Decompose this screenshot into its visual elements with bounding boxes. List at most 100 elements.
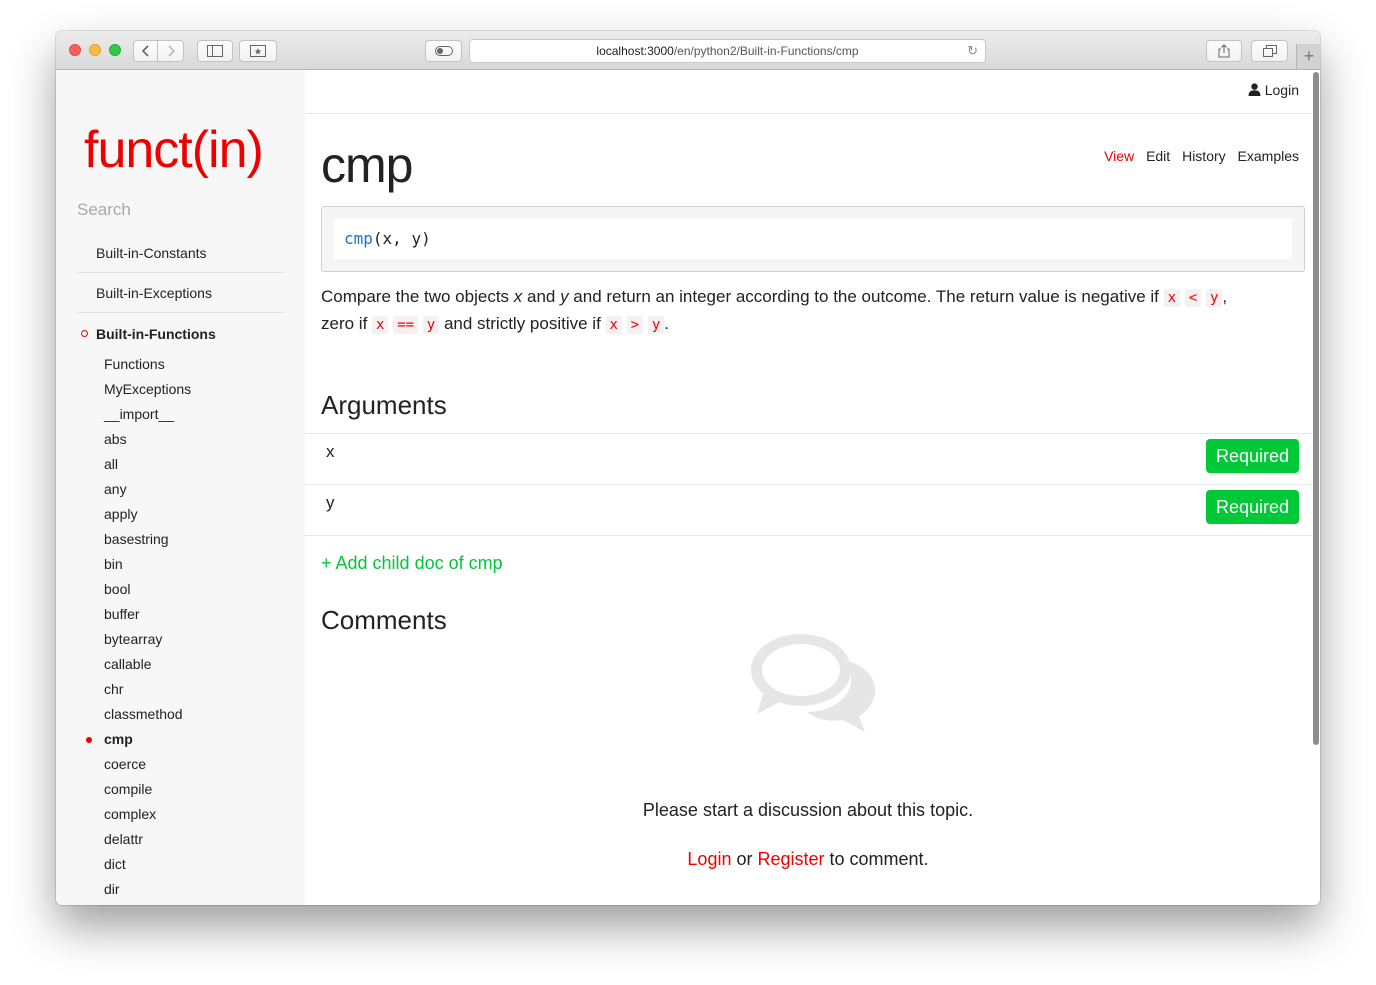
tab-examples[interactable]: Examples — [1238, 148, 1299, 164]
reader-button[interactable] — [425, 40, 462, 62]
active-bullet-icon — [81, 330, 88, 337]
inline-code: x — [1163, 289, 1181, 307]
argument-row: y Required — [305, 484, 1311, 536]
sidebar-subitem-bin[interactable]: bin — [104, 552, 191, 577]
desc-text: . — [664, 314, 670, 333]
sidebar-subitem-complex[interactable]: complex — [104, 802, 191, 827]
sidebar-icon — [207, 45, 223, 57]
sidebar-subitem-all[interactable]: all — [104, 452, 191, 477]
argument-name: x — [326, 442, 335, 461]
desc-var: x — [513, 287, 523, 306]
function-list: Functions MyExceptions __import__ abs al… — [86, 352, 191, 902]
user-icon — [1248, 83, 1261, 96]
url-host: localhost:3000 — [596, 44, 674, 58]
tab-edit[interactable]: Edit — [1146, 148, 1170, 164]
desc-text: zero if — [321, 314, 373, 333]
sidebar-item-built-in-exceptions[interactable]: Built-in-Exceptions — [77, 273, 285, 313]
close-window-button[interactable] — [69, 44, 81, 56]
signature-code: cmp(x, y) — [334, 219, 1292, 259]
description-text: Compare the two objects x and y and retu… — [321, 284, 1305, 338]
argument-name: y — [326, 493, 335, 512]
login-link[interactable]: Login — [1248, 82, 1299, 98]
sidebar-subitem-chr[interactable]: chr — [104, 677, 191, 702]
inline-code: < — [1184, 289, 1202, 307]
browser-window: localhost:3000/en/python2/Built-in-Funct… — [56, 31, 1320, 905]
login-to-comment-link[interactable]: Login — [687, 849, 731, 869]
search-input[interactable]: Search — [77, 200, 131, 220]
sidebar-subitem-basestring[interactable]: basestring — [104, 527, 191, 552]
sidebar-subitem-bytearray[interactable]: bytearray — [104, 627, 191, 652]
doc-tabs: View Edit History Examples — [1096, 148, 1299, 164]
sidebar-subitem-buffer[interactable]: buffer — [104, 602, 191, 627]
inline-code: y — [1205, 289, 1223, 307]
page-title: cmp — [321, 137, 413, 193]
inline-code: x — [372, 316, 389, 334]
sidebar-subitem-any[interactable]: any — [104, 477, 191, 502]
sidebar-item-built-in-functions[interactable]: Built-in-Functions — [77, 314, 285, 354]
address-bar[interactable]: localhost:3000/en/python2/Built-in-Funct… — [469, 39, 986, 63]
sidebar-item-built-in-constants[interactable]: Built-in-Constants — [77, 233, 285, 273]
url-path: /en/python2/Built-in-Functions/cmp — [673, 44, 859, 58]
sidebar-subitem-classmethod[interactable]: classmethod — [104, 702, 191, 727]
bookmark-icon — [250, 45, 266, 57]
forward-button[interactable] — [158, 40, 184, 62]
login-label: Login — [1264, 82, 1299, 98]
comments-icon — [751, 634, 876, 732]
sidebar-subitem-delattr[interactable]: delattr — [104, 827, 191, 852]
sidebar-subitem-myexceptions[interactable]: MyExceptions — [104, 377, 191, 402]
sidebar-subitem-dir[interactable]: dir — [104, 877, 191, 902]
desc-var: y — [560, 287, 569, 306]
reload-icon[interactable]: ↻ — [967, 40, 978, 62]
sidebar-subitem-import[interactable]: __import__ — [104, 402, 191, 427]
comment-login-prompt: Login or Register to comment. — [305, 849, 1311, 870]
tab-view[interactable]: View — [1104, 148, 1134, 164]
back-button[interactable] — [133, 40, 158, 62]
top-bar: Login — [305, 70, 1311, 114]
sidebar-subitem-abs[interactable]: abs — [104, 427, 191, 452]
sidebar-subitem-bool[interactable]: bool — [104, 577, 191, 602]
or-text: or — [731, 849, 758, 869]
inline-code: == — [393, 316, 419, 334]
desc-text: , — [1222, 287, 1228, 306]
sidebar-subitem-callable[interactable]: callable — [104, 652, 191, 677]
chevron-right-icon — [167, 45, 175, 57]
sidebar-subitem-cmp[interactable]: cmp — [86, 727, 191, 752]
zoom-window-button[interactable] — [109, 44, 121, 56]
current-bullet-icon — [86, 737, 92, 743]
share-button[interactable] — [1206, 40, 1242, 62]
comment-suffix: to comment. — [824, 849, 929, 869]
desc-text: Compare the two objects — [321, 287, 514, 306]
empty-comments-text: Please start a discussion about this top… — [642, 800, 974, 820]
sidebar-subitem-apply[interactable]: apply — [104, 502, 191, 527]
required-badge: Required — [1206, 490, 1299, 524]
inline-code: y — [647, 316, 665, 334]
scrollbar-thumb[interactable] — [1313, 72, 1319, 745]
plus-icon: + — [1303, 46, 1315, 66]
tab-history[interactable]: History — [1182, 148, 1226, 164]
inline-code: > — [626, 316, 644, 334]
desc-text: and strictly positive if — [439, 314, 606, 333]
share-icon — [1218, 44, 1230, 58]
desc-text: and — [522, 287, 561, 306]
comments-heading: Comments — [321, 605, 447, 635]
sidebar-subitem-label: cmp — [104, 731, 133, 747]
show-sidebar-button[interactable] — [197, 40, 233, 62]
sidebar: funct(in) Search Built-in-Constants Buil… — [56, 70, 305, 905]
sidebar-subitem-functions[interactable]: Functions — [104, 352, 191, 377]
new-tab-button[interactable]: + — [1296, 44, 1320, 69]
sidebar-subitem-compile[interactable]: compile — [104, 777, 191, 802]
inline-code: y — [422, 316, 440, 334]
bookmarks-button[interactable] — [239, 40, 277, 62]
inline-code: x — [605, 316, 622, 334]
signature-params: (x, y) — [372, 229, 431, 248]
add-child-doc-link[interactable]: + Add child doc of cmp — [321, 553, 503, 574]
site-logo[interactable]: funct(in) — [84, 120, 264, 180]
sidebar-subitem-coerce[interactable]: coerce — [104, 752, 191, 777]
register-link[interactable]: Register — [757, 849, 824, 869]
sidebar-subitem-dict[interactable]: dict — [104, 852, 191, 877]
minimize-window-button[interactable] — [89, 44, 101, 56]
signature-function: cmp — [344, 229, 373, 248]
tabs-icon — [1262, 45, 1277, 57]
main-content: Login cmp View Edit History Examples cmp… — [305, 70, 1311, 905]
tab-overview-button[interactable] — [1251, 40, 1288, 62]
